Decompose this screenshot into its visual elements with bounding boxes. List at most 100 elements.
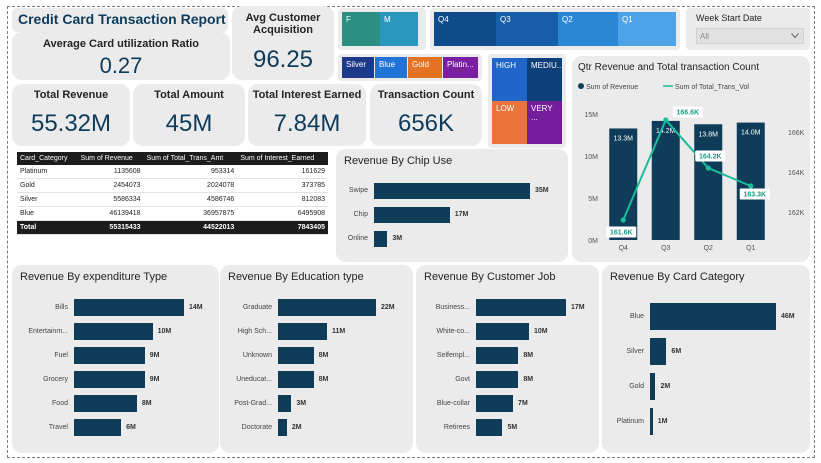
slicer-q1[interactable]: Q1: [618, 12, 676, 46]
bar-category-label: Blue-collar: [436, 399, 470, 407]
y2-tick-label: 162K: [788, 210, 805, 217]
bar-value-label: 3M: [392, 235, 403, 242]
slicer-card-blue[interactable]: Blue: [375, 57, 407, 78]
kpi-label: Total Amount: [154, 89, 224, 101]
card-category-chart-card: Revenue By Card Category Blue 46M Silver 6M…: [602, 265, 810, 453]
bar-value-label: 2M: [660, 382, 671, 390]
job-chart-card: Revenue By Customer Job Business... 17M Wh…: [416, 265, 599, 453]
job-chart-title: Revenue By Customer Job: [424, 271, 556, 283]
slicer-gender-m[interactable]: M: [380, 12, 418, 46]
bar-category-label: Selfempl...: [436, 351, 470, 359]
matrix-header[interactable]: Card_Category: [17, 152, 78, 165]
bar[interactable]: [74, 371, 145, 388]
bar[interactable]: [476, 371, 519, 388]
bar[interactable]: [650, 303, 776, 330]
matrix-cell: Silver: [17, 192, 78, 207]
revenue-bar-label: 14.0M: [741, 130, 761, 137]
expenditure-chart-card: Revenue By expenditure Type Bills 14M Ente…: [12, 265, 219, 453]
bar[interactable]: [476, 395, 514, 412]
matrix-header[interactable]: Sum of Interest_Earned: [237, 152, 328, 165]
matrix-header[interactable]: Sum of Total_Trans_Amt: [143, 152, 238, 165]
matrix-cell: 373785: [237, 178, 328, 193]
bar-value-label: 7M: [518, 399, 528, 407]
slicer-income-low[interactable]: LOW: [492, 101, 527, 144]
bar[interactable]: [650, 408, 653, 435]
bar-value-label: 3M: [296, 399, 307, 407]
bar[interactable]: [476, 323, 529, 340]
revenue-bar: [651, 120, 680, 240]
bar[interactable]: [74, 419, 122, 436]
bar-value-label: 8M: [318, 351, 329, 359]
bar-category-label: Govt: [455, 375, 470, 383]
combo-chart-svg: Sum of Revenue Sum of Total_Trans_Vol 0M 5M…: [578, 83, 805, 252]
kpi-value: 656K: [397, 110, 455, 137]
bar-category-label: Blue: [629, 312, 644, 320]
chip-chart-title: Revenue By Chip Use: [344, 155, 453, 167]
bar-category-label: Uneducat...: [236, 375, 272, 383]
slicer-gender-f[interactable]: F: [342, 12, 380, 46]
matrix-header[interactable]: Sum of Revenue: [77, 152, 144, 165]
bar[interactable]: [374, 207, 450, 223]
bar-value-label: 6M: [671, 347, 682, 355]
card-category-slicer: Silver Blue Gold Platin...: [338, 54, 482, 81]
kpi-card-interest: Total Interest Earned 7.84M: [248, 84, 366, 146]
bar-category-label: White-co...: [436, 327, 470, 335]
matrix-cell: 2024078: [143, 178, 238, 193]
slicer-q2[interactable]: Q2: [558, 12, 618, 46]
kpi-card-revenue: Total Revenue 55.32M: [12, 84, 130, 146]
kpi-card-utilization: Average Card utilization Ratio 0.27: [12, 32, 230, 80]
bar[interactable]: [278, 299, 376, 316]
bar-category-label: Post-Grad...: [234, 399, 272, 407]
bar[interactable]: [650, 373, 656, 400]
bar-category-label: Doctorate: [241, 423, 272, 431]
bar-category-label: Silver: [626, 347, 644, 355]
kpi-card-acquisition: Avg Customer Acquisition 96.25: [232, 6, 334, 80]
bar[interactable]: [74, 299, 184, 316]
revenue-matrix: Card_Category Sum of Revenue Sum of Total_…: [17, 152, 328, 235]
slicer-income-medium[interactable]: MEDIU...: [527, 58, 563, 101]
bar[interactable]: [374, 231, 388, 247]
bar-category-label: Grocery: [43, 375, 68, 383]
bar[interactable]: [278, 347, 314, 364]
bar[interactable]: [278, 419, 287, 436]
education-chart-title: Revenue By Education type: [228, 271, 364, 283]
volume-point: [663, 117, 669, 123]
week-start-label: Week Start Date: [696, 13, 762, 23]
slicer-card-platinum[interactable]: Platin...: [443, 57, 478, 78]
bar-category-label: Food: [52, 399, 68, 407]
slicer-income-high[interactable]: HIGH: [492, 58, 527, 101]
kpi-label: Average Card utilization Ratio: [42, 38, 200, 50]
slicer-q3[interactable]: Q3: [496, 12, 558, 46]
bar-category-label: Business...: [435, 303, 470, 311]
volume-point-label: 164.2K: [699, 154, 722, 161]
revenue-bar-label: 13.3M: [614, 135, 634, 142]
bar[interactable]: [278, 371, 314, 388]
bar[interactable]: [74, 347, 145, 364]
bar-value-label: 10M: [157, 327, 172, 335]
matrix-cell: 812083: [237, 192, 328, 207]
slicer-card-gold[interactable]: Gold: [408, 57, 442, 78]
card-chart-title: Revenue By Card Category: [610, 271, 745, 283]
slicer-card-silver[interactable]: Silver: [342, 57, 374, 78]
bar-category-label: Fuel: [54, 351, 68, 359]
bar[interactable]: [476, 347, 519, 364]
bar[interactable]: [74, 323, 153, 340]
bar[interactable]: [278, 395, 292, 412]
x-tick-label: Q1: [746, 245, 755, 252]
bar[interactable]: [374, 183, 530, 199]
bar[interactable]: [74, 395, 137, 412]
revenue-bar-label: 13.8M: [699, 131, 719, 138]
slicer-q4[interactable]: Q4: [434, 12, 496, 46]
week-start-dropdown[interactable]: All: [696, 28, 804, 44]
matrix-row: Platinum 1135608 953314 161629: [17, 165, 328, 179]
slicer-income-very[interactable]: VERY ...: [527, 101, 562, 144]
bar[interactable]: [650, 338, 667, 365]
matrix-cell: 36957875: [143, 206, 238, 221]
bar-value-label: 6M: [126, 423, 136, 431]
bar[interactable]: [278, 323, 327, 340]
bar-value-label: 35M: [535, 187, 549, 194]
bar-category-label: Graduate: [242, 303, 272, 311]
bar[interactable]: [476, 419, 503, 436]
bar-value-label: 17M: [571, 303, 585, 311]
bar[interactable]: [476, 299, 566, 316]
